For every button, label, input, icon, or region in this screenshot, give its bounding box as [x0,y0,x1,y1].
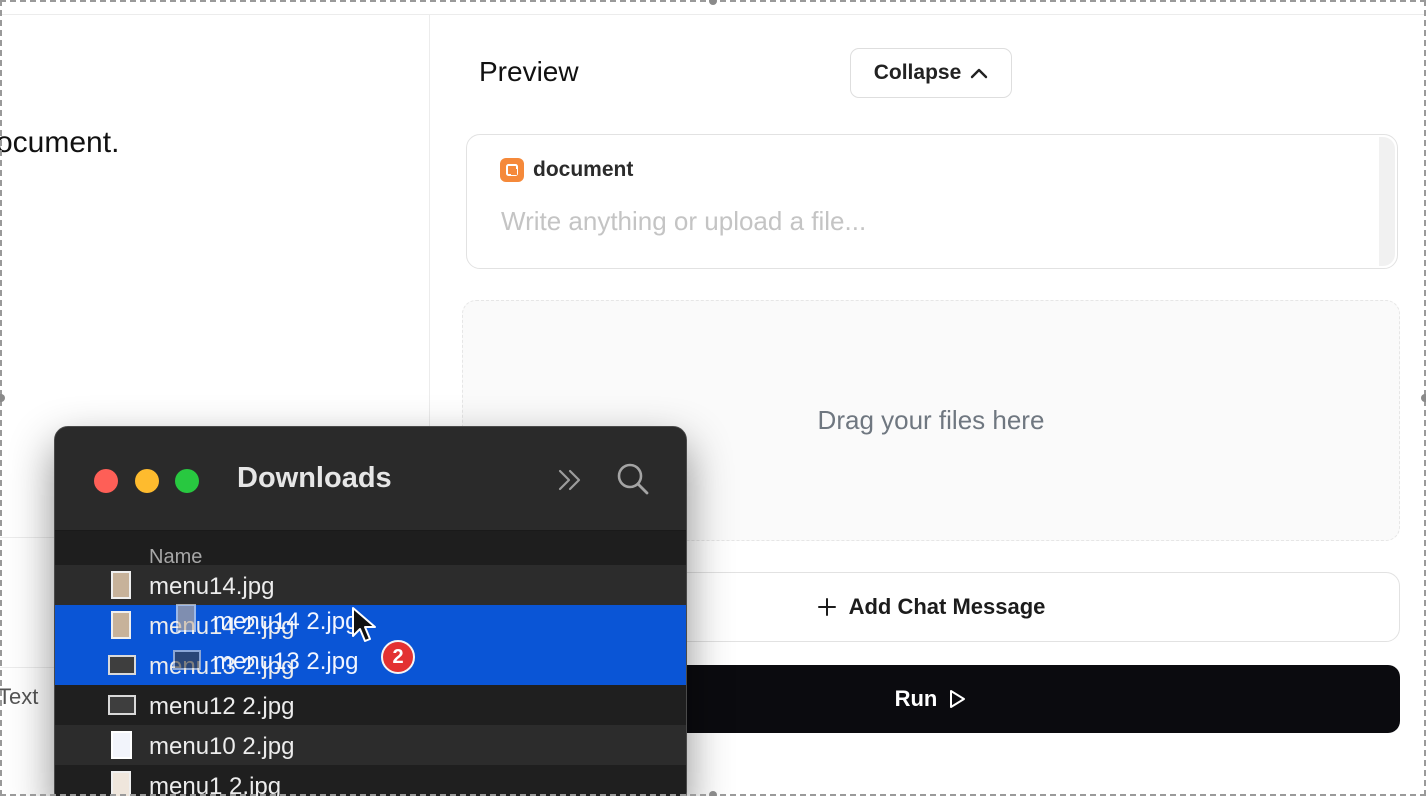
minimize-window-icon[interactable] [135,469,159,493]
file-row-selected[interactable]: menu13 2.jpg [55,645,686,685]
document-label: document [533,158,634,181]
finder-title: Downloads [237,462,392,494]
image-file-icon [111,771,131,796]
preview-title: Preview [479,56,579,87]
file-row[interactable]: menu14.jpg [55,565,686,605]
resize-handle[interactable] [0,394,5,402]
close-window-icon[interactable] [94,469,118,493]
drag-ghost-thumbnail [173,650,201,670]
resize-handle[interactable] [709,0,717,5]
drag-ghost-thumbnail [176,604,196,632]
file-name: menu12 2.jpg [149,693,295,720]
drag-ghost-label: menu14 2.jpg [213,608,359,635]
drag-ghost-label: menu13 2.jpg [213,648,359,675]
more-chevrons-icon[interactable] [555,467,585,493]
image-file-icon [108,695,136,715]
play-icon [950,690,966,708]
dropzone-text: Drag your files here [817,405,1045,435]
drag-count-badge: 2 [381,640,415,674]
file-name: menu1 2.jpg [149,773,282,796]
file-row[interactable]: menu12 2.jpg [55,685,686,725]
file-name: menu14.jpg [149,573,275,600]
document-input-card[interactable]: document Write anything or upload a file… [466,134,1398,269]
finder-titlebar[interactable]: Downloads [55,427,686,531]
search-icon[interactable] [615,461,651,497]
document-scrollbar[interactable] [1379,137,1395,266]
plus-icon [817,598,836,616]
image-file-icon [111,731,132,759]
top-divider [0,14,1426,15]
collapse-button[interactable]: Collapse [850,48,1012,98]
collapse-button-label: Collapse [873,61,962,84]
file-name: menu10 2.jpg [149,733,295,760]
document-icon [500,158,524,182]
image-file-icon [111,571,131,599]
image-file-icon [111,611,131,639]
document-input[interactable]: Write anything or upload a file... [501,206,866,237]
left-panel-text: ocument. [0,126,120,159]
left-panel-tab-text[interactable]: Text [0,684,38,710]
add-chat-message-label: Add Chat Message [848,594,1046,619]
chevron-up-icon [971,68,988,79]
file-row[interactable]: menu1 2.jpg [55,765,686,796]
file-row[interactable]: menu10 2.jpg [55,725,686,765]
image-file-icon [108,655,136,675]
resize-handle[interactable] [1421,394,1426,402]
zoom-window-icon[interactable] [175,469,199,493]
resize-handle[interactable] [709,791,717,796]
pointer-cursor-icon [352,607,376,642]
run-button-label: Run [894,686,938,711]
